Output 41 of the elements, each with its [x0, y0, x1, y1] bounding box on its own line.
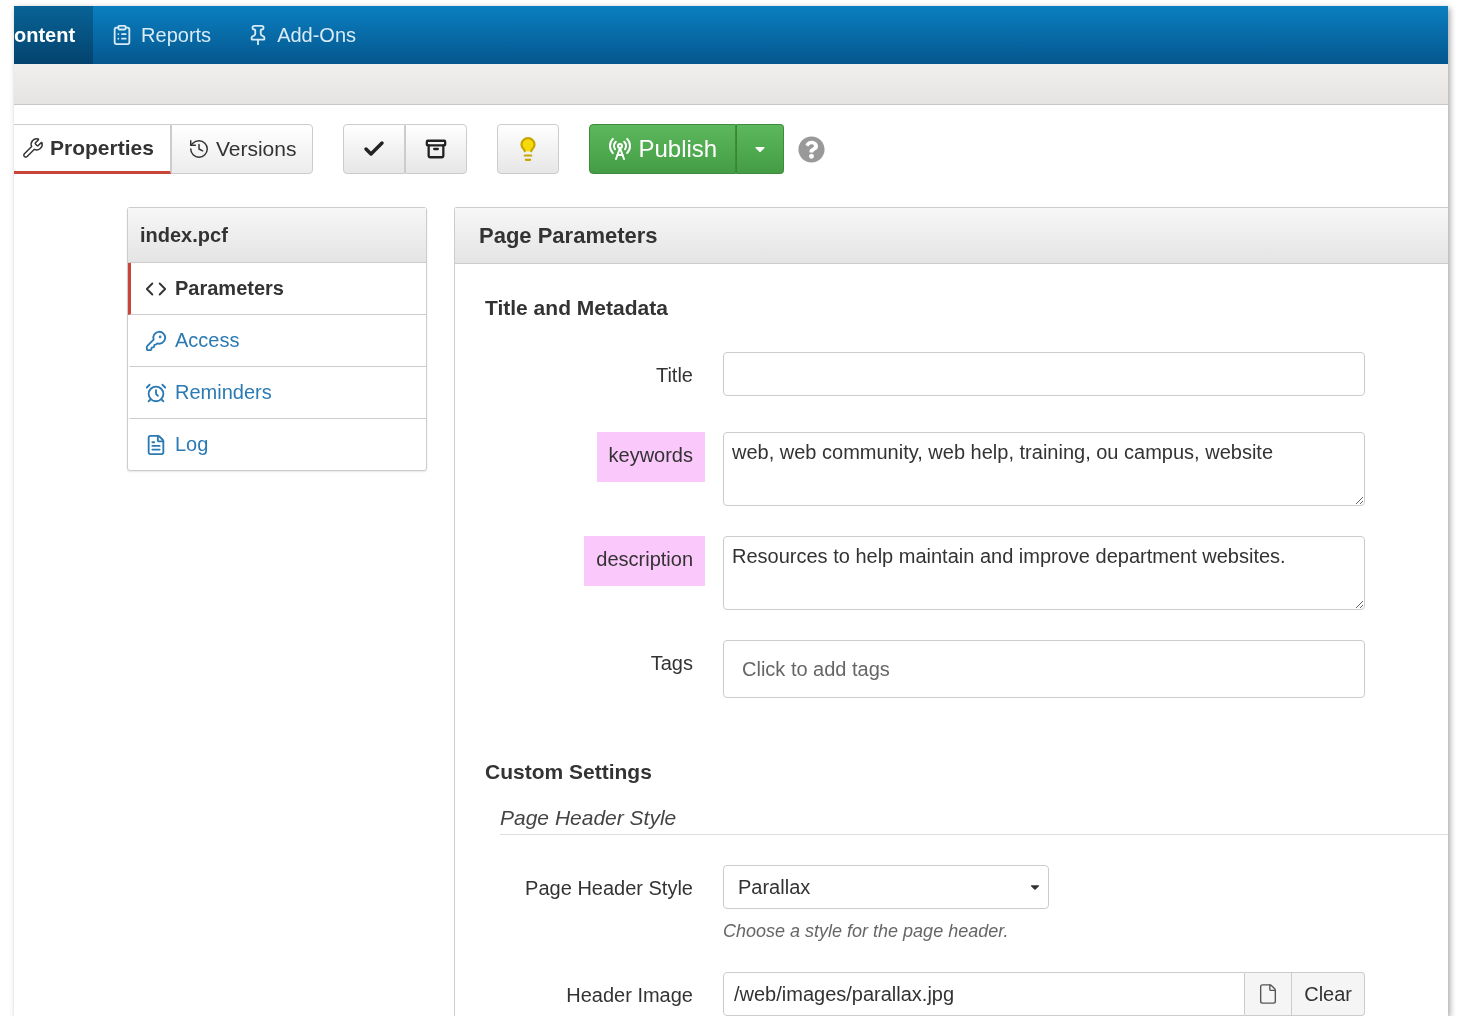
- field-label: Tags: [649, 651, 694, 676]
- tab[interactable]: Properties: [14, 124, 171, 174]
- check-button[interactable]: [343, 124, 406, 174]
- field-label: Header Image: [565, 983, 694, 1008]
- sidebar-item[interactable]: Reminders: [128, 367, 426, 419]
- section-heading: Title and Metadata: [485, 296, 669, 320]
- text-area[interactable]: Resources to help maintain and improve department websites.: [723, 536, 1365, 610]
- antenna-icon: [608, 137, 633, 161]
- tags-field[interactable]: Click to add tags: [723, 640, 1365, 698]
- sidebar-item[interactable]: Log: [128, 419, 426, 470]
- nav-item[interactable]: Reports: [93, 6, 230, 64]
- help-text: Choose a style for the page header.: [723, 921, 1010, 942]
- field-label: Page Header Style: [524, 876, 694, 901]
- archive-icon: [425, 138, 448, 160]
- file-name: index.pcf: [128, 208, 426, 263]
- help-icon[interactable]: [798, 135, 826, 163]
- sidebar-item[interactable]: Access: [128, 315, 426, 367]
- field-label: Title: [654, 363, 694, 388]
- title-field[interactable]: [723, 352, 1365, 396]
- archive-button[interactable]: [405, 124, 468, 174]
- subsection-heading: Page Header Style: [500, 806, 1448, 835]
- wrench-icon: [22, 137, 44, 159]
- sidebar-item[interactable]: Parameters: [128, 263, 426, 315]
- section-heading: Custom Settings: [485, 760, 653, 784]
- key-icon: [145, 329, 167, 352]
- browse-button[interactable]: [1245, 972, 1293, 1016]
- field-label: keywords: [596, 432, 705, 482]
- alarm-clock-icon: [145, 381, 167, 404]
- tab[interactable]: Versions: [170, 124, 314, 174]
- select-field[interactable]: Parallax: [723, 865, 1049, 909]
- publish-menu-button[interactable]: [736, 124, 785, 174]
- file-path-field[interactable]: /web/images/parallax.jpg: [723, 972, 1246, 1016]
- clear-button[interactable]: Clear: [1292, 972, 1365, 1016]
- nav-item[interactable]: Add-Ons: [229, 6, 375, 64]
- document-icon: [145, 433, 167, 456]
- nav-item[interactable]: ontent: [14, 6, 94, 64]
- field-label: description: [584, 536, 705, 586]
- text-area[interactable]: web, web community, web help, training, ou campus, website: [723, 432, 1365, 506]
- panel-title: Page Parameters: [455, 208, 1448, 264]
- lightbulb-button[interactable]: [497, 124, 560, 174]
- history-icon: [187, 138, 210, 160]
